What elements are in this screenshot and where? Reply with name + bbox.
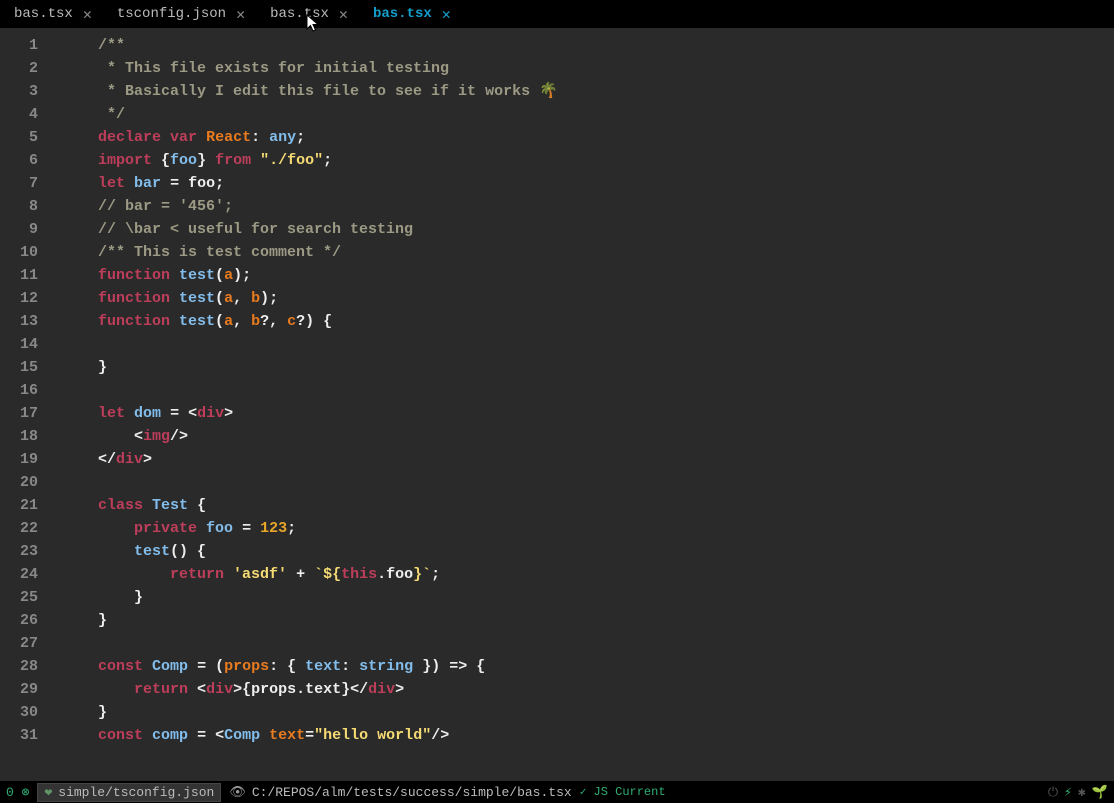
code-editor[interactable]: 1234567891011121314151617181920212223242… xyxy=(0,28,1114,781)
error-icon: ⊗ xyxy=(22,785,30,800)
power-icon[interactable]: ⏻ xyxy=(1048,785,1058,800)
line-number: 28 xyxy=(0,655,38,678)
line-number: 30 xyxy=(0,701,38,724)
js-mode[interactable]: ✓ JS Current xyxy=(580,785,666,799)
line-number: 2 xyxy=(0,57,38,80)
heart-icon: ❤ xyxy=(44,785,52,800)
line-number: 11 xyxy=(0,264,38,287)
tab-bar: bas.tsx ✕ tsconfig.json ✕ bas.tsx ✕ bas.… xyxy=(0,0,1114,28)
line-number: 1 xyxy=(0,34,38,57)
tab-tsconfig[interactable]: tsconfig.json ✕ xyxy=(103,0,256,28)
close-icon[interactable]: ✕ xyxy=(339,5,348,24)
tab-label: bas.tsx xyxy=(373,6,432,22)
eye-icon: 👁 xyxy=(229,785,246,800)
error-count[interactable]: 0 ⊗ xyxy=(6,785,29,800)
line-number: 4 xyxy=(0,103,38,126)
line-number: 5 xyxy=(0,126,38,149)
line-number: 14 xyxy=(0,333,38,356)
line-number: 27 xyxy=(0,632,38,655)
tab-bas-1[interactable]: bas.tsx ✕ xyxy=(0,0,103,28)
project-name: simple/tsconfig.json xyxy=(58,785,214,800)
js-mode-label: JS Current xyxy=(594,785,666,799)
project-selector[interactable]: ❤ simple/tsconfig.json xyxy=(37,783,221,802)
line-number: 24 xyxy=(0,563,38,586)
line-number: 3 xyxy=(0,80,38,103)
line-number: 9 xyxy=(0,218,38,241)
line-number: 8 xyxy=(0,195,38,218)
line-number: 29 xyxy=(0,678,38,701)
line-number: 18 xyxy=(0,425,38,448)
close-icon[interactable]: ✕ xyxy=(236,5,245,24)
plant-icon[interactable]: 🌱 xyxy=(1092,785,1108,800)
line-number: 22 xyxy=(0,517,38,540)
line-number: 16 xyxy=(0,379,38,402)
bug-icon[interactable]: ✱ xyxy=(1078,785,1086,800)
tab-bas-3-active[interactable]: bas.tsx ✕ xyxy=(359,0,462,28)
line-number: 31 xyxy=(0,724,38,747)
line-number: 13 xyxy=(0,310,38,333)
close-icon[interactable]: ✕ xyxy=(442,5,451,24)
error-count-value: 0 xyxy=(6,785,14,800)
line-number: 6 xyxy=(0,149,38,172)
line-number: 12 xyxy=(0,287,38,310)
line-number: 15 xyxy=(0,356,38,379)
line-number: 10 xyxy=(0,241,38,264)
tab-label: bas.tsx xyxy=(14,6,73,22)
line-number: 21 xyxy=(0,494,38,517)
line-number: 25 xyxy=(0,586,38,609)
code-content[interactable]: /** * This file exists for initial testi… xyxy=(48,28,1114,781)
tab-label: tsconfig.json xyxy=(117,6,226,22)
line-number: 17 xyxy=(0,402,38,425)
tab-bas-2[interactable]: bas.tsx ✕ xyxy=(256,0,359,28)
tab-label: bas.tsx xyxy=(270,6,329,22)
line-number: 26 xyxy=(0,609,38,632)
bolt-icon[interactable]: ⚡ xyxy=(1064,785,1072,800)
line-number: 7 xyxy=(0,172,38,195)
check-icon: ✓ xyxy=(580,787,587,799)
line-number: 19 xyxy=(0,448,38,471)
line-number: 20 xyxy=(0,471,38,494)
file-path[interactable]: 👁 C:/REPOS/alm/tests/success/simple/bas.… xyxy=(229,785,571,800)
line-number: 23 xyxy=(0,540,38,563)
file-path-value: C:/REPOS/alm/tests/success/simple/bas.ts… xyxy=(252,785,572,800)
status-bar: 0 ⊗ ❤ simple/tsconfig.json 👁 C:/REPOS/al… xyxy=(0,781,1114,803)
close-icon[interactable]: ✕ xyxy=(83,5,92,24)
line-gutter: 1234567891011121314151617181920212223242… xyxy=(0,28,48,781)
